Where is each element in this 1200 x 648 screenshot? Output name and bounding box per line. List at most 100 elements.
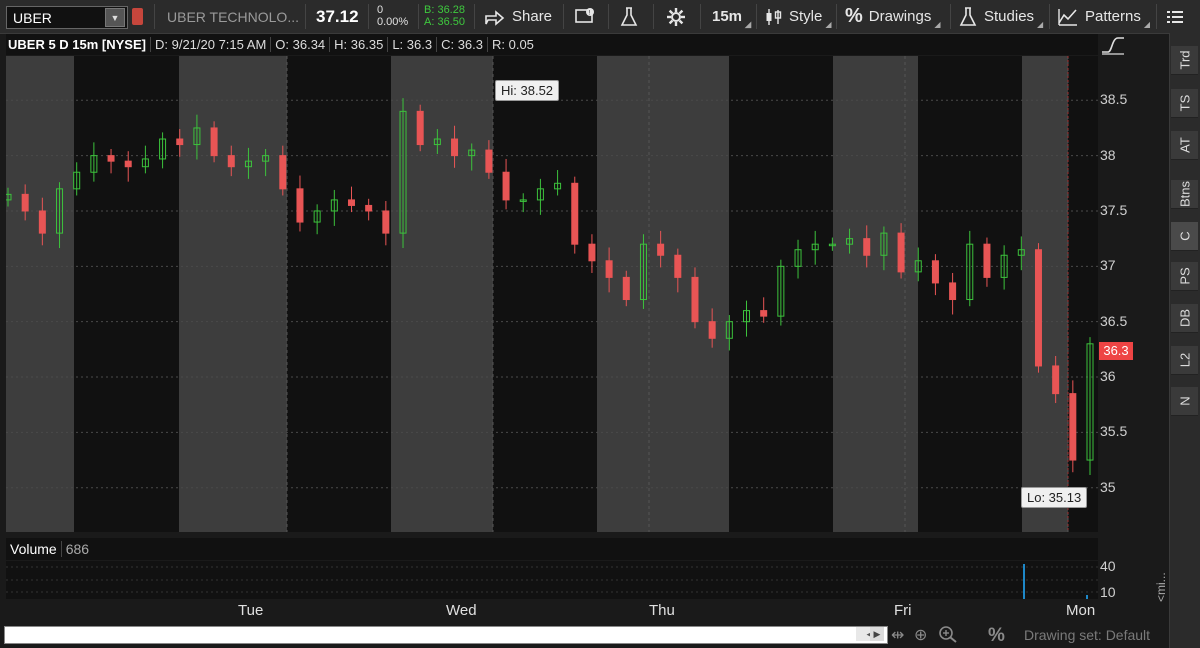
candle-body	[176, 138, 184, 146]
low-callout: Lo: 35.13	[1021, 487, 1088, 508]
candle-body	[949, 282, 957, 301]
price-tick-label: 38	[1100, 146, 1116, 163]
message-button[interactable]: !	[574, 0, 596, 33]
volume-header: Volume 686	[6, 538, 1098, 560]
toolbar-divider	[700, 4, 701, 29]
volume-value: 686	[60, 541, 93, 557]
drawing-set-selector[interactable]: Drawing set: Default	[1024, 627, 1150, 643]
candle-body	[279, 155, 287, 190]
drawing-percent-icon[interactable]: %	[988, 625, 1005, 647]
share-icon	[485, 9, 505, 26]
x-tick-label: Fri	[894, 602, 912, 619]
gear-icon	[667, 7, 685, 26]
symbol-text[interactable]: UBER	[7, 10, 105, 26]
candle-body	[227, 155, 235, 168]
price-tick-label: 35.5	[1100, 423, 1128, 440]
candle-body	[571, 182, 579, 245]
tab-l2[interactable]: L2	[1171, 346, 1198, 375]
bid-ask: B: 36.28 A: 36.50	[424, 4, 465, 28]
extended-hours-band	[1022, 56, 1068, 532]
toolbar-divider	[305, 4, 306, 29]
tab-label: TS	[1177, 94, 1192, 112]
tab-n[interactable]: N	[1171, 387, 1198, 416]
drawings-button[interactable]: % Drawings ◢	[845, 0, 940, 33]
high-callout: Hi: 38.52	[495, 80, 560, 101]
bar-range: R: 0.05	[487, 37, 538, 52]
tab-trd[interactable]: Trd	[1171, 46, 1198, 75]
symbol-input[interactable]: UBER ▼	[6, 6, 128, 29]
candlestick-icon	[766, 8, 782, 25]
studies-button[interactable]: Studies ◢	[958, 0, 1043, 33]
candle-body	[502, 171, 510, 201]
volume-chart-svg	[6, 564, 1098, 599]
candle-body	[210, 127, 218, 157]
menu-button[interactable]	[1166, 0, 1184, 33]
price-chart[interactable]	[6, 56, 1098, 532]
toolbar-divider	[368, 4, 369, 29]
timeframe-button[interactable]: 15m ◢	[712, 0, 751, 33]
pan-icon[interactable]: ⇹	[891, 625, 904, 645]
chart-symbol-description: UBER 5 D 15m [NYSE]	[8, 37, 146, 52]
price-tick-label: 36.5	[1100, 312, 1128, 329]
price-chart-svg[interactable]	[6, 56, 1098, 532]
candle-body	[21, 193, 29, 212]
right-sidebar	[1169, 33, 1200, 648]
share-label: Share	[512, 8, 553, 25]
candle-body	[296, 188, 304, 223]
tab-label: Trd	[1177, 50, 1192, 70]
dropdown-corner-icon: ◢	[825, 20, 832, 29]
x-tick-label: Mon	[1066, 602, 1096, 619]
candle-body	[863, 238, 871, 256]
collapse-panel-text: <mi...	[1154, 572, 1168, 602]
candle-body	[416, 110, 424, 146]
link-flag-icon[interactable]	[132, 8, 143, 25]
scroll-right-button[interactable]: ▶	[870, 627, 884, 641]
settings-button[interactable]	[666, 0, 686, 33]
style-label: Style	[789, 8, 823, 25]
net-change-percent: 0.00%	[377, 16, 409, 28]
symbol-dropdown-button[interactable]: ▼	[105, 8, 125, 27]
candle-body	[107, 155, 115, 162]
zoom-icon[interactable]	[938, 625, 958, 648]
candle-body	[657, 243, 665, 256]
tab-btns[interactable]: Btns	[1171, 180, 1198, 209]
dropdown-corner-icon: ◢	[745, 20, 752, 29]
share-button[interactable]: Share	[484, 0, 552, 33]
chart-mode-button[interactable]	[1100, 34, 1126, 61]
patterns-label: Patterns	[1085, 8, 1141, 25]
toolbar-divider	[950, 4, 951, 29]
tab-label: N	[1177, 396, 1192, 406]
tab-label: DB	[1177, 308, 1192, 328]
patterns-button[interactable]: Patterns ◢	[1057, 0, 1150, 33]
bar-close: C: 36.3	[436, 37, 487, 52]
last-price-tag: 36.3	[1099, 342, 1133, 360]
candle-body	[365, 204, 373, 212]
last-price: 37.12	[316, 6, 359, 26]
tab-ps[interactable]: PS	[1171, 262, 1198, 291]
tab-c[interactable]: C	[1171, 222, 1198, 251]
candle-body	[983, 243, 991, 278]
crosshair-icon[interactable]: ⊕	[914, 625, 927, 645]
tab-db[interactable]: DB	[1171, 304, 1198, 333]
flask-icon	[620, 6, 638, 26]
toolbar-divider	[1156, 4, 1157, 29]
volume-chart[interactable]	[6, 561, 1098, 599]
menu-list-icon	[1167, 10, 1183, 23]
tab-at[interactable]: AT	[1171, 131, 1198, 160]
style-button[interactable]: Style ◢	[764, 0, 832, 33]
flask-button[interactable]	[619, 0, 639, 33]
dropdown-corner-icon: ◢	[1037, 20, 1044, 29]
tab-ts[interactable]: TS	[1171, 89, 1198, 118]
timeframe-label: 15m	[712, 8, 743, 25]
company-name: UBER TECHNOLO...	[167, 8, 299, 25]
toolbar-divider	[653, 4, 654, 29]
patterns-icon	[1058, 8, 1077, 26]
candle-body	[674, 254, 682, 278]
candle-body	[347, 199, 355, 206]
tab-label: PS	[1177, 267, 1192, 285]
time-scrollbar[interactable]	[4, 626, 888, 644]
candle-body	[708, 321, 716, 339]
bar-date: D: 9/21/20 7:15 AM	[149, 37, 270, 52]
candle-body	[931, 260, 939, 284]
toolbar-divider	[474, 4, 475, 29]
